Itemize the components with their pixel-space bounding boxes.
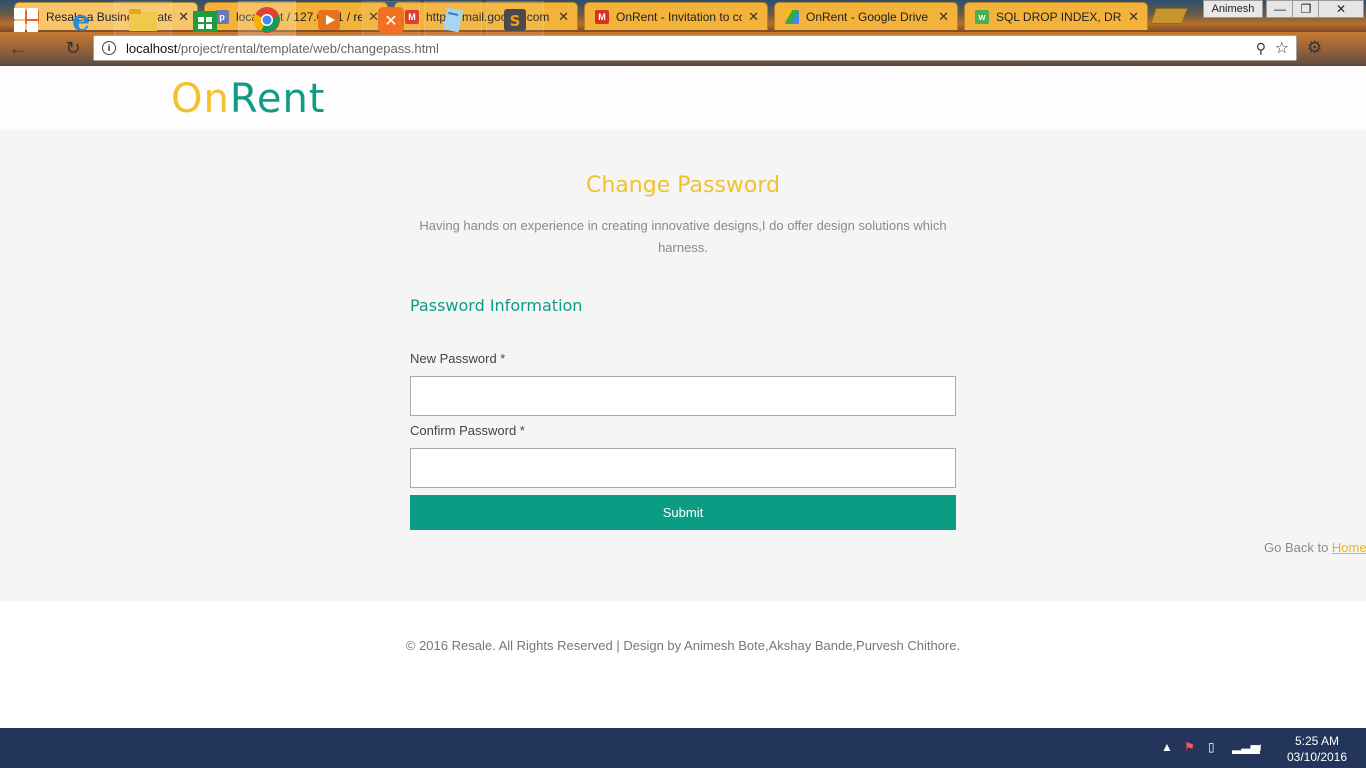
new-tab-button[interactable] [1150, 8, 1188, 24]
url-host: localhost [126, 40, 178, 56]
forward-icon[interactable]: → [34, 38, 56, 59]
chrome-menu-icon[interactable]: ⚙ [1307, 38, 1322, 58]
page-subtitle: Having hands on experience in creating i… [419, 218, 947, 255]
tab-onrent-invitation[interactable]: M OnRent - Invitation to co ✕ [584, 2, 768, 30]
close-window-icon[interactable]: ✕ [1318, 0, 1364, 18]
tab-google-drive[interactable]: OnRent - Google Drive ✕ [774, 2, 958, 30]
restore-icon[interactable]: ❐ [1292, 0, 1320, 18]
change-password-section: Change Password Having hands on experien… [0, 130, 1366, 601]
submit-button[interactable]: Submit [410, 495, 956, 530]
site-footer: © 2016 Resale. All Rights Reserved | Des… [0, 601, 1366, 728]
logo-rent: Rent [229, 76, 326, 122]
go-back-text: Go Back to [1264, 540, 1332, 555]
new-password-input[interactable] [410, 376, 956, 416]
info-icon[interactable]: i [102, 41, 116, 55]
back-icon[interactable]: ← [7, 38, 29, 59]
site-header: OnRent [0, 66, 1366, 130]
show-hidden-icons[interactable]: ▲ [1161, 740, 1173, 754]
profile-button[interactable]: Animesh [1203, 0, 1263, 18]
close-tab-icon[interactable]: ✕ [1128, 9, 1139, 25]
tab-title: SQL DROP INDEX, DROP [996, 9, 1122, 24]
xampp-taskbar-icon[interactable]: ✕ [362, 1, 420, 39]
bookmark-star-icon[interactable]: ☆ [1275, 38, 1289, 58]
clock-date: 03/10/2016 [1286, 750, 1348, 764]
section-title: Password Information [410, 296, 583, 315]
chrome-icon[interactable] [238, 1, 296, 39]
internet-explorer-icon[interactable]: e [54, 1, 108, 39]
w3schools-icon: w [975, 9, 989, 24]
tab-title: OnRent - Invitation to co [616, 9, 743, 24]
svg-text:S: S [510, 12, 521, 30]
reload-icon[interactable]: ↻ [62, 38, 84, 59]
windows-start-icon[interactable] [6, 1, 46, 39]
action-center-icon[interactable]: ⚑ [1184, 740, 1195, 754]
google-drive-icon [785, 9, 799, 24]
network-signal-icon[interactable]: ▂▃▅ [1232, 740, 1260, 754]
sublime-text-icon[interactable]: S [486, 1, 544, 39]
logo-on: On [171, 76, 230, 122]
new-password-label: New Password * [410, 351, 506, 366]
notepad-icon[interactable] [424, 1, 482, 39]
media-player-icon[interactable] [300, 1, 358, 39]
confirm-password-input[interactable] [410, 448, 956, 488]
close-tab-icon[interactable]: ✕ [748, 9, 759, 25]
file-explorer-icon[interactable] [114, 1, 172, 39]
minimize-icon[interactable]: — [1266, 0, 1294, 18]
windows-store-icon[interactable] [176, 1, 234, 39]
svg-text:✕: ✕ [384, 11, 397, 30]
confirm-password-label: Confirm Password * [410, 423, 525, 438]
page-title: Change Password [586, 173, 780, 198]
close-tab-icon[interactable]: ✕ [558, 9, 569, 25]
site-logo[interactable]: OnRent [171, 76, 325, 122]
footer-copyright: © 2016 Resale. All Rights Reserved | Des… [405, 638, 961, 653]
gmail-icon: M [595, 9, 609, 24]
clock-time: 5:25 AM [1294, 734, 1340, 748]
close-tab-icon[interactable]: ✕ [938, 9, 949, 25]
tab-title: OnRent - Google Drive [806, 9, 929, 24]
system-clock[interactable]: 5:25 AM 03/10/2016 [1286, 733, 1348, 765]
volume-icon[interactable]: 🔈︎ [1257, 740, 1264, 755]
go-back: Go Back to Home [1264, 540, 1366, 555]
url-path: /project/rental/template/web/changepass.… [177, 40, 439, 56]
tab-w3schools[interactable]: w SQL DROP INDEX, DROP ✕ [964, 2, 1148, 30]
home-link[interactable]: Home [1332, 540, 1366, 555]
battery-icon[interactable]: ▯ [1208, 740, 1215, 754]
zoom-icon[interactable]: ⚲ [1256, 40, 1266, 57]
